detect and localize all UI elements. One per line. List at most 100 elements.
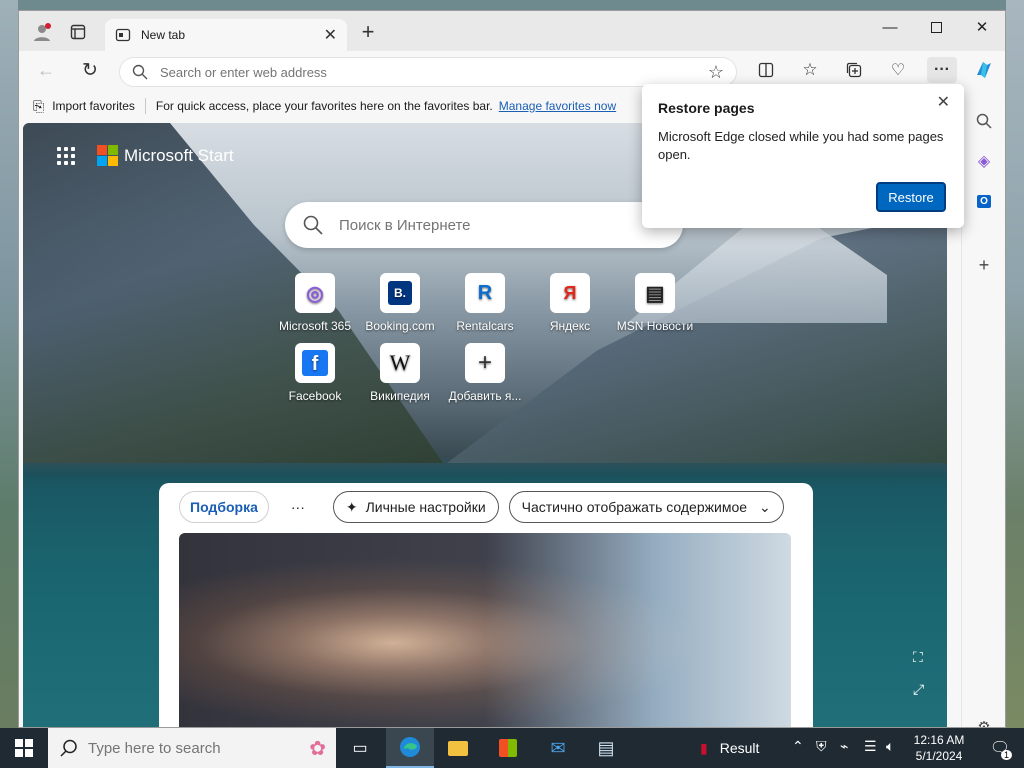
taskbar-mail[interactable]: ✉ [534, 728, 582, 768]
split-screen-icon [758, 62, 774, 78]
clock[interactable]: 12:16 AM 5/1/2024 [910, 732, 968, 764]
taskbar-edge[interactable] [386, 728, 434, 768]
back-arrow-icon: ← [37, 59, 55, 80]
feed-article-image[interactable] [179, 533, 791, 727]
refresh-button[interactable]: ↻ [77, 57, 103, 83]
profile-icon [34, 23, 51, 41]
quick-link-msn-news[interactable]: ▤ MSN Новости [615, 273, 695, 333]
chevron-up-icon[interactable]: ⌃ [792, 738, 804, 755]
restore-button[interactable]: Restore [876, 182, 946, 212]
tab-actions-button[interactable] [63, 17, 93, 47]
taskbar-file-explorer[interactable] [434, 728, 482, 768]
task-view-button[interactable]: ▭ [336, 728, 384, 768]
quick-link-booking[interactable]: B. Booking.com [360, 273, 440, 333]
network-icon[interactable]: ⌁ [840, 738, 848, 755]
notification-center-button[interactable]: 🗨︎ 1 [976, 728, 1024, 768]
address-bar[interactable]: ☆ [119, 57, 737, 87]
settings-more-button[interactable]: ··· [927, 57, 957, 83]
new-tab-button[interactable]: + [353, 17, 383, 47]
microsoft-logo-icon [97, 145, 118, 166]
web-search-box[interactable] [285, 202, 683, 248]
sidebar-search-button[interactable] [970, 107, 998, 135]
desktop-wallpaper-left [0, 0, 18, 728]
quick-link-microsoft-365[interactable]: ◎ Microsoft 365 [275, 273, 355, 333]
maximize-icon [930, 21, 942, 33]
browser-essentials-button[interactable]: ♡ [885, 57, 911, 83]
news-feed: Подборка ··· ✦ Личные настройки Частично… [159, 483, 813, 727]
feed-more-button[interactable]: ··· [279, 491, 317, 523]
tab-curated[interactable]: Подборка [179, 491, 269, 523]
quick-link-wikipedia[interactable]: W Википедия [360, 343, 440, 403]
quick-link-facebook[interactable]: f Facebook [275, 343, 355, 403]
add-shortcut-tile[interactable]: + Добавить я... [445, 343, 525, 403]
news-icon: ▤ [597, 737, 615, 758]
gear-icon: ⚙ [977, 719, 991, 728]
taskbar-news-app[interactable]: ▤ [582, 728, 630, 768]
copilot-icon [977, 62, 991, 78]
microsoft-start-header: Microsoft Start [57, 145, 234, 166]
back-button[interactable]: ← [33, 57, 59, 83]
collections-icon [846, 62, 862, 78]
favorites-icon: ☆ [802, 60, 818, 79]
flowers-icon: ✿ [309, 737, 326, 760]
booking-icon: B. [380, 273, 420, 313]
favorites-bar-message: For quick access, place your favorites h… [155, 99, 493, 113]
search-icon [60, 739, 77, 757]
msn-news-icon: ▤ [635, 273, 675, 313]
close-icon: ✕ [975, 19, 989, 36]
personalize-button[interactable]: ✦ Личные настройки [332, 491, 499, 523]
profile-button[interactable] [27, 17, 57, 47]
content-visibility-dropdown[interactable]: Частично отображать содержимое ⌄ [508, 491, 784, 523]
change-background-icon[interactable]: ⛶ [913, 649, 923, 666]
import-favorites-button[interactable]: Import favorites [52, 99, 135, 113]
minimize-button[interactable]: — [867, 11, 913, 43]
network-status-icon[interactable]: ☰ [864, 738, 877, 755]
tile-label: Facebook [288, 389, 342, 403]
clock-date: 5/1/2024 [915, 749, 963, 763]
address-input[interactable] [160, 64, 708, 80]
favorites-button[interactable]: ☆ [797, 57, 823, 83]
import-favorites-icon: ⎘ [33, 97, 45, 114]
tile-label: Википедия [370, 389, 430, 403]
security-shield-icon[interactable]: ⛨ [816, 738, 827, 755]
manage-favorites-link[interactable]: Manage favorites now [499, 99, 616, 113]
maximize-button[interactable] [913, 11, 959, 43]
tile-label: Rentalcars [456, 319, 514, 333]
tab-close-icon[interactable]: ✕ [324, 25, 337, 45]
quick-link-yandex[interactable]: Я Яндекс [530, 273, 610, 333]
edge-icon [400, 737, 420, 757]
sidebar-add-button[interactable]: + [970, 251, 998, 279]
feed-toolbar: Подборка ··· ✦ Личные настройки Частично… [179, 491, 784, 523]
close-icon[interactable]: ✕ [937, 92, 950, 112]
start-button[interactable] [0, 728, 48, 768]
desktop-wallpaper-right [1006, 0, 1024, 728]
tab-new-tab[interactable]: New tab ✕ [105, 19, 347, 51]
tile-label: Booking.com [365, 319, 435, 333]
microsoft-365-icon: ◈ [977, 153, 991, 170]
search-icon [976, 113, 992, 129]
nba-icon: ▮ [700, 739, 708, 756]
favorite-star-icon[interactable]: ☆ [708, 62, 724, 83]
taskbar-search-input[interactable] [88, 739, 268, 757]
volume-icon[interactable]: 🔈︎ [886, 738, 894, 755]
yandex-icon: Я [550, 273, 590, 313]
sidebar-settings-button[interactable]: ⚙ [970, 713, 998, 728]
close-window-button[interactable]: ✕ [959, 11, 1005, 43]
quick-link-rentalcars[interactable]: R Rentalcars [445, 273, 525, 333]
microsoft-365-icon: ◎ [295, 273, 335, 313]
brand-name[interactable]: Microsoft Start [124, 146, 234, 166]
copilot-button[interactable] [971, 57, 997, 83]
app-launcher-icon[interactable] [57, 146, 75, 165]
taskbar-widget-result[interactable]: ▮ Result [700, 728, 780, 768]
personalize-icon: ✦ [345, 498, 358, 515]
taskbar-store[interactable] [484, 728, 532, 768]
collections-button[interactable] [841, 57, 867, 83]
refresh-icon: ↻ [82, 59, 98, 81]
sidebar-copilot-button[interactable]: ◈ [970, 147, 998, 175]
taskbar-search[interactable]: ✿ [48, 728, 336, 768]
notification-badge: 1 [1000, 750, 1012, 760]
expand-icon[interactable]: ⤢ [913, 681, 924, 698]
sidebar-outlook-button[interactable]: O [970, 187, 998, 215]
split-screen-button[interactable] [753, 57, 779, 83]
web-search-input[interactable] [339, 216, 665, 234]
